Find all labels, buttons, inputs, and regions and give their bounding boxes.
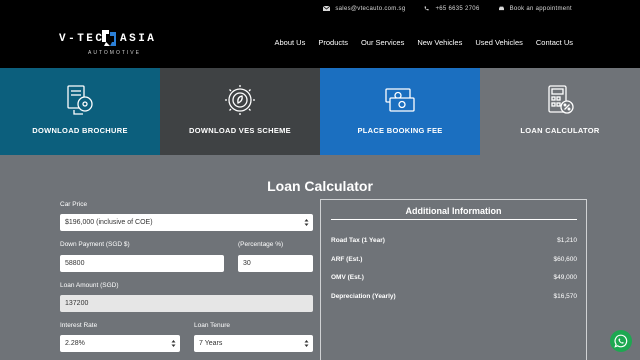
info-value: $1,210 [557, 237, 577, 244]
tile-download-brochure[interactable]: DOWNLOAD BROCHURE [0, 68, 160, 155]
tile-label: DOWNLOAD BROCHURE [32, 126, 128, 135]
info-key: ARF (Est.) [331, 256, 363, 263]
select-arrows-icon [304, 219, 309, 226]
percentage-input[interactable]: 30 [238, 255, 313, 272]
info-key: OMV (Est.) [331, 274, 364, 281]
info-value: $49,000 [553, 274, 578, 281]
envelope-icon [323, 6, 331, 11]
logo-word-left: V-TEC [59, 33, 105, 45]
info-title: Additional Information [405, 206, 502, 216]
contact-bar: sales@vtecauto.com.sg +65 6635 2706 Book… [0, 0, 640, 17]
percentage-label: (Percentage %) [238, 241, 284, 248]
loan-tenure-select[interactable]: 7 Years [194, 335, 313, 352]
down-payment-input[interactable]: 58800 [60, 255, 224, 272]
car-price-value: $196,000 (inclusive of COE) [65, 219, 153, 226]
car-price-select[interactable]: $196,000 (inclusive of COE) [60, 214, 313, 231]
tile-label: LOAN CALCULATOR [520, 126, 600, 135]
phone-icon [425, 6, 430, 11]
phone-text: +65 6635 2706 [435, 5, 480, 12]
email-link[interactable]: sales@vtecauto.com.sg [323, 6, 405, 12]
money-icon [385, 88, 415, 112]
nav-products[interactable]: Products [318, 38, 348, 47]
info-divider [331, 219, 577, 220]
info-row-depreciation: Depreciation (Yearly) $16,570 [331, 293, 577, 300]
info-row-arf: ARF (Est.) $60,600 [331, 256, 577, 263]
logo-word-right: ASIA [120, 33, 157, 45]
car-icon [498, 6, 504, 11]
main-nav: About Us Products Our Services New Vehic… [275, 17, 574, 68]
tile-label: PLACE BOOKING FEE [357, 126, 443, 135]
loan-tenure-label: Loan Tenure [194, 322, 231, 329]
loan-amount-value: 137200 [65, 300, 89, 307]
down-payment-label: Down Payment (SGD $) [60, 241, 130, 248]
down-payment-value: 58800 [65, 260, 85, 267]
info-value: $60,600 [553, 256, 578, 263]
brochure-icon [67, 85, 93, 115]
loan-tenure-value: 7 Years [199, 340, 223, 347]
nav-contact-us[interactable]: Contact Us [536, 38, 573, 47]
interest-rate-select[interactable]: 2.28% [60, 335, 180, 352]
loan-amount-label: Loan Amount (SGD) [60, 282, 119, 289]
tile-download-ves-scheme[interactable]: DOWNLOAD VES SCHEME [160, 68, 320, 155]
feature-tiles: DOWNLOAD BROCHURE DOWNLOAD VES SCHEME PL… [0, 68, 640, 155]
info-value: $16,570 [553, 293, 578, 300]
info-row-omv: OMV (Est.) $49,000 [331, 274, 577, 281]
info-key: Depreciation (Yearly) [331, 293, 396, 300]
interest-rate-label: Interest Rate [60, 322, 98, 329]
car-price-label: Car Price [60, 201, 88, 208]
interest-rate-value: 2.28% [65, 340, 85, 347]
site-header: V-TEC ASIA AUTOMOTIVE About Us Products … [0, 17, 640, 68]
select-arrows-icon [304, 340, 309, 347]
tile-label: DOWNLOAD VES SCHEME [189, 126, 291, 135]
appointment-link[interactable]: Book an appointment [498, 6, 572, 12]
gear-leaf-icon [225, 85, 255, 115]
tile-loan-calculator[interactable]: LOAN CALCULATOR [480, 68, 640, 155]
whatsapp-button[interactable] [610, 330, 632, 352]
percentage-value: 30 [243, 260, 251, 267]
tile-place-booking-fee[interactable]: PLACE BOOKING FEE [320, 68, 480, 155]
additional-info-panel: Additional Information Road Tax (1 Year)… [320, 199, 587, 360]
nav-about-us[interactable]: About Us [275, 38, 306, 47]
brand-logo[interactable]: V-TEC ASIA AUTOMOTIVE [59, 28, 159, 62]
nav-our-services[interactable]: Our Services [361, 38, 404, 47]
info-row-road-tax: Road Tax (1 Year) $1,210 [331, 237, 577, 244]
appointment-text: Book an appointment [509, 5, 572, 12]
loan-amount-field: 137200 [60, 295, 313, 312]
nav-new-vehicles[interactable]: New Vehicles [417, 38, 462, 47]
calculator-icon [548, 85, 574, 114]
page-title: Loan Calculator [267, 178, 373, 194]
phone-link[interactable]: +65 6635 2706 [423, 6, 479, 12]
email-text: sales@vtecauto.com.sg [335, 5, 406, 12]
info-key: Road Tax (1 Year) [331, 237, 385, 244]
logo-subtitle: AUTOMOTIVE [88, 50, 141, 56]
whatsapp-icon [614, 334, 628, 348]
nav-used-vehicles[interactable]: Used Vehicles [475, 38, 523, 47]
select-arrows-icon [171, 340, 176, 347]
logo-mark-icon [102, 30, 116, 46]
